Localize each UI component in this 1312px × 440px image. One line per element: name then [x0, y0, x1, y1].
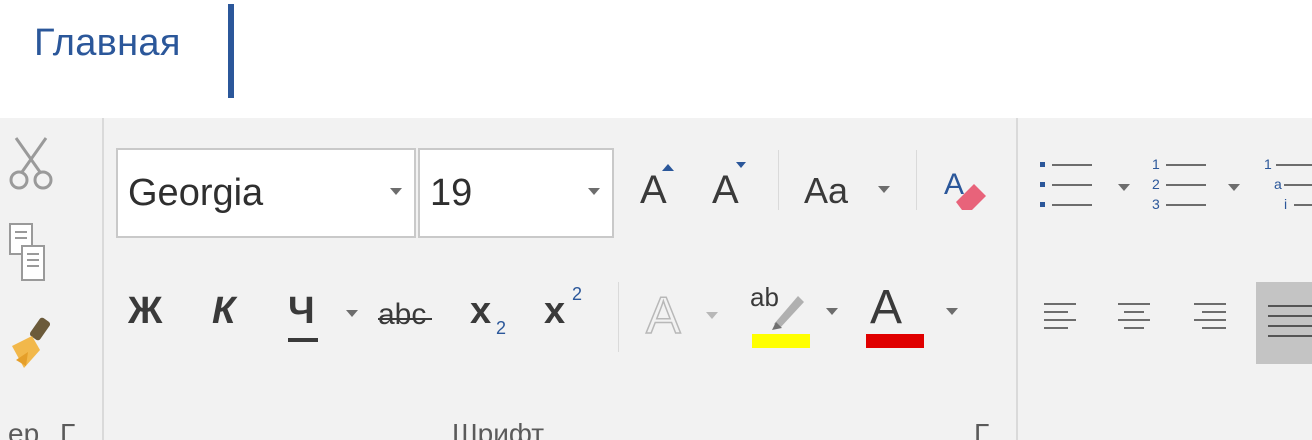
- font-family-value: Georgia: [128, 172, 264, 214]
- clipboard-group-label: ер: [8, 418, 40, 440]
- grow-arrow-icon: [662, 164, 674, 171]
- subscript-button[interactable]: x 2: [470, 288, 520, 352]
- font-color-button[interactable]: A: [862, 280, 972, 356]
- change-case-label: Aa: [804, 170, 849, 211]
- highlight-button[interactable]: ab: [750, 280, 850, 356]
- multilevel-label-1: 1: [1264, 156, 1272, 172]
- bullets-list-icon: [1040, 162, 1092, 207]
- clipboard-group-separator: [102, 118, 104, 440]
- numbering-label-1: 1: [1152, 156, 1160, 172]
- subscript-index: 2: [496, 318, 507, 338]
- align-left-icon: [1044, 303, 1076, 329]
- align-center-icon: [1118, 303, 1150, 329]
- underline-bar: [288, 338, 318, 342]
- numbering-label-2: 2: [1152, 176, 1160, 192]
- shrink-font-button[interactable]: A: [708, 158, 754, 218]
- tab-home-label: Главная: [34, 22, 181, 64]
- font-group-separator: [1016, 118, 1018, 440]
- tab-home[interactable]: Главная: [0, 0, 240, 118]
- align-center-button[interactable]: [1114, 296, 1164, 346]
- font-dialog-launcher[interactable]: Г: [974, 418, 989, 440]
- justify-button[interactable]: [1256, 282, 1312, 364]
- bold-button[interactable]: Ж: [128, 290, 162, 333]
- clipboard-dialog-launcher[interactable]: Г: [60, 418, 75, 440]
- italic-button[interactable]: К: [212, 290, 235, 333]
- numbering-label-3: 3: [1152, 196, 1160, 212]
- font-size-value: 19: [430, 172, 473, 214]
- font-size-combo[interactable]: 19: [418, 148, 614, 238]
- text-effects-dropdown-icon[interactable]: [706, 312, 718, 319]
- multilevel-list-button[interactable]: 1 a i: [1262, 156, 1312, 220]
- shrink-font-glyph: A: [712, 168, 739, 212]
- font-color-glyph: A: [870, 281, 903, 334]
- numbering-dropdown-icon[interactable]: [1228, 184, 1240, 191]
- highlight-dropdown-icon[interactable]: [826, 308, 838, 315]
- superscript-base: x: [544, 290, 566, 332]
- multilevel-list-icon: [1276, 164, 1312, 206]
- shrink-arrow-icon: [736, 162, 746, 168]
- clear-formatting-icon: A: [944, 168, 986, 210]
- format-painter-button[interactable]: [6, 316, 54, 374]
- numbered-list-icon: [1166, 164, 1206, 206]
- clear-formatting-button[interactable]: A: [936, 158, 1000, 218]
- superscript-index: 2: [572, 284, 583, 304]
- font-size-dropdown-icon[interactable]: [588, 188, 600, 195]
- underline-glyph: Ч: [288, 290, 315, 332]
- brush-icon: [12, 317, 51, 368]
- strikethrough-line: [378, 318, 432, 320]
- strikethrough-glyph: abc: [378, 298, 427, 331]
- copy-button[interactable]: [8, 222, 48, 284]
- change-case-button[interactable]: Aa: [800, 158, 900, 218]
- cut-button[interactable]: [6, 136, 56, 192]
- bullets-button[interactable]: [1036, 156, 1136, 220]
- strikethrough-button[interactable]: abc: [378, 292, 444, 342]
- font-row-separator-1: [778, 150, 779, 210]
- font-family-dropdown-icon[interactable]: [390, 188, 402, 195]
- text-effects-glyph: A: [645, 286, 681, 346]
- svg-text:A: A: [944, 168, 964, 201]
- justify-icon: [1268, 305, 1312, 337]
- numbering-button[interactable]: 1 2 3: [1150, 156, 1250, 220]
- grow-font-glyph: A: [640, 168, 667, 212]
- underline-dropdown-icon[interactable]: [346, 310, 358, 317]
- font-row2-separator: [618, 282, 619, 352]
- highlighter-pen-icon: [772, 296, 804, 330]
- grow-font-button[interactable]: A: [636, 158, 682, 218]
- font-color-dropdown-icon[interactable]: [946, 308, 958, 315]
- change-case-dropdown-icon[interactable]: [878, 186, 890, 193]
- align-left-button[interactable]: [1040, 296, 1090, 346]
- highlight-color-swatch: [752, 334, 810, 348]
- subscript-base: x: [470, 290, 492, 332]
- text-effects-button[interactable]: A: [644, 282, 724, 352]
- scissors-icon: [9, 137, 53, 190]
- tab-bar: Главная: [0, 0, 1312, 118]
- align-right-icon: [1194, 303, 1226, 329]
- font-family-combo[interactable]: Georgia: [116, 148, 416, 238]
- align-right-button[interactable]: [1190, 296, 1240, 346]
- copy-icon: [9, 223, 45, 281]
- font-group-label: Шрифт: [452, 418, 545, 440]
- bullets-dropdown-icon[interactable]: [1118, 184, 1130, 191]
- tab-active-indicator: [228, 4, 234, 98]
- superscript-button[interactable]: x 2: [544, 284, 594, 348]
- underline-button[interactable]: Ч: [284, 288, 360, 348]
- font-color-swatch: [866, 334, 924, 348]
- font-row-separator-2: [916, 150, 917, 210]
